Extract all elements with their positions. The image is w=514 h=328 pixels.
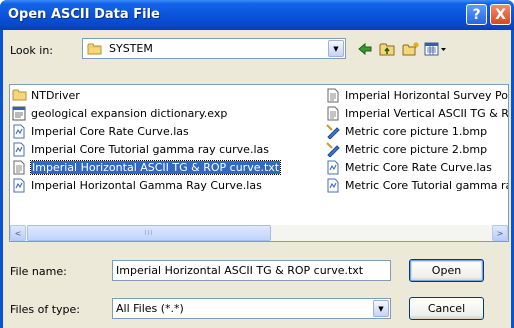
help-icon: ? (472, 6, 481, 23)
new-folder-icon[interactable] (401, 39, 421, 59)
open-button[interactable]: Open (409, 259, 484, 282)
file-item[interactable]: Imperial Horizontal ASCII TG & ROP curve… (11, 159, 282, 176)
file-item[interactable]: geological expansion dictionary.exp (11, 105, 229, 122)
close-button[interactable]: X (490, 4, 511, 25)
file-name-label: File name: (10, 265, 67, 278)
chevron-down-icon[interactable]: ▼ (328, 40, 344, 57)
file-name-input[interactable]: Imperial Horizontal ASCII TG & ROP curve… (112, 260, 391, 281)
file-name: Metric core picture 1.bmp (345, 125, 488, 138)
dialog-body: Look in: SYSTEM ▼ NTDriver geological ex… (3, 30, 511, 328)
file-item[interactable]: Metric Core Tutorial gamma ra (325, 177, 509, 194)
file-name: Metric core picture 2.bmp (345, 143, 488, 156)
back-icon[interactable] (355, 39, 375, 59)
title-bar[interactable]: Open ASCII Data File ? X (0, 0, 514, 30)
look-in-label: Look in: (10, 44, 53, 57)
las-file-icon (12, 178, 28, 194)
folder-icon (12, 88, 28, 104)
file-name: Imperial Core Rate Curve.las (31, 125, 189, 138)
file-list[interactable]: NTDriver geological expansion dictionary.… (9, 84, 509, 242)
chevron-left-icon: < (14, 228, 22, 238)
view-menu-icon[interactable] (423, 39, 449, 59)
file-name: Metric Core Rate Curve.las (345, 161, 492, 174)
open-file-dialog: Open ASCII Data File ? X Look in: SYSTEM… (0, 0, 514, 328)
file-item[interactable]: Imperial Horizontal Survey Po (325, 87, 508, 104)
help-button[interactable]: ? (466, 4, 487, 25)
chevron-right-icon: > (496, 228, 504, 238)
bmp-file-icon (326, 141, 342, 158)
exp-file-icon (12, 106, 28, 122)
file-name: NTDriver (31, 89, 80, 102)
file-name: Metric Core Tutorial gamma ra (345, 179, 509, 192)
file-type-value: All Files (*.*) (116, 302, 184, 315)
scrollbar-thumb[interactable]: III (27, 225, 271, 241)
file-type-dropdown[interactable]: All Files (*.*) ▼ (112, 298, 391, 319)
file-name: Imperial Horizontal Gamma Ray Curve.las (31, 179, 262, 192)
file-name: Imperial Vertical ASCII TG & R (345, 107, 509, 120)
file-item[interactable]: Metric core picture 2.bmp (325, 141, 489, 158)
file-item[interactable]: Imperial Core Tutorial gamma ray curve.l… (11, 141, 271, 158)
txt-file-icon (12, 160, 28, 176)
las-file-icon (326, 178, 342, 194)
chevron-down-icon[interactable]: ▼ (373, 300, 389, 317)
file-item[interactable]: Metric core picture 1.bmp (325, 123, 489, 140)
close-icon: X (495, 6, 506, 23)
bmp-file-icon (326, 123, 342, 140)
file-name: geological expansion dictionary.exp (31, 107, 228, 120)
scroll-right-button[interactable]: > (492, 225, 508, 241)
file-item[interactable]: Imperial Vertical ASCII TG & R (325, 105, 509, 122)
file-type-label: Files of type: (10, 303, 81, 316)
txt-file-icon (326, 88, 342, 104)
las-file-icon (326, 160, 342, 176)
txt-file-icon (326, 106, 342, 122)
file-name: Imperial Horizontal ASCII TG & ROP curve… (29, 160, 282, 175)
las-file-icon (12, 142, 28, 158)
file-name: Imperial Horizontal Survey Po (345, 89, 508, 102)
look-in-dropdown[interactable]: SYSTEM ▼ (82, 38, 346, 59)
file-item[interactable]: Imperial Core Rate Curve.las (11, 123, 191, 140)
up-folder-icon[interactable] (377, 39, 397, 59)
scroll-left-button[interactable]: < (10, 225, 26, 241)
look-in-value: SYSTEM (109, 42, 153, 55)
file-item[interactable]: Imperial Horizontal Gamma Ray Curve.las (11, 177, 264, 194)
dialog-title: Open ASCII Data File (8, 7, 160, 22)
file-name: Imperial Core Tutorial gamma ray curve.l… (31, 143, 269, 156)
grip-icon: III (144, 229, 154, 237)
horizontal-scrollbar[interactable]: < III > (10, 225, 508, 241)
file-item[interactable]: Metric Core Rate Curve.las (325, 159, 494, 176)
folder-icon (87, 42, 103, 59)
las-file-icon (12, 124, 28, 140)
cancel-button[interactable]: Cancel (409, 297, 484, 320)
folder-item[interactable]: NTDriver (11, 87, 82, 104)
